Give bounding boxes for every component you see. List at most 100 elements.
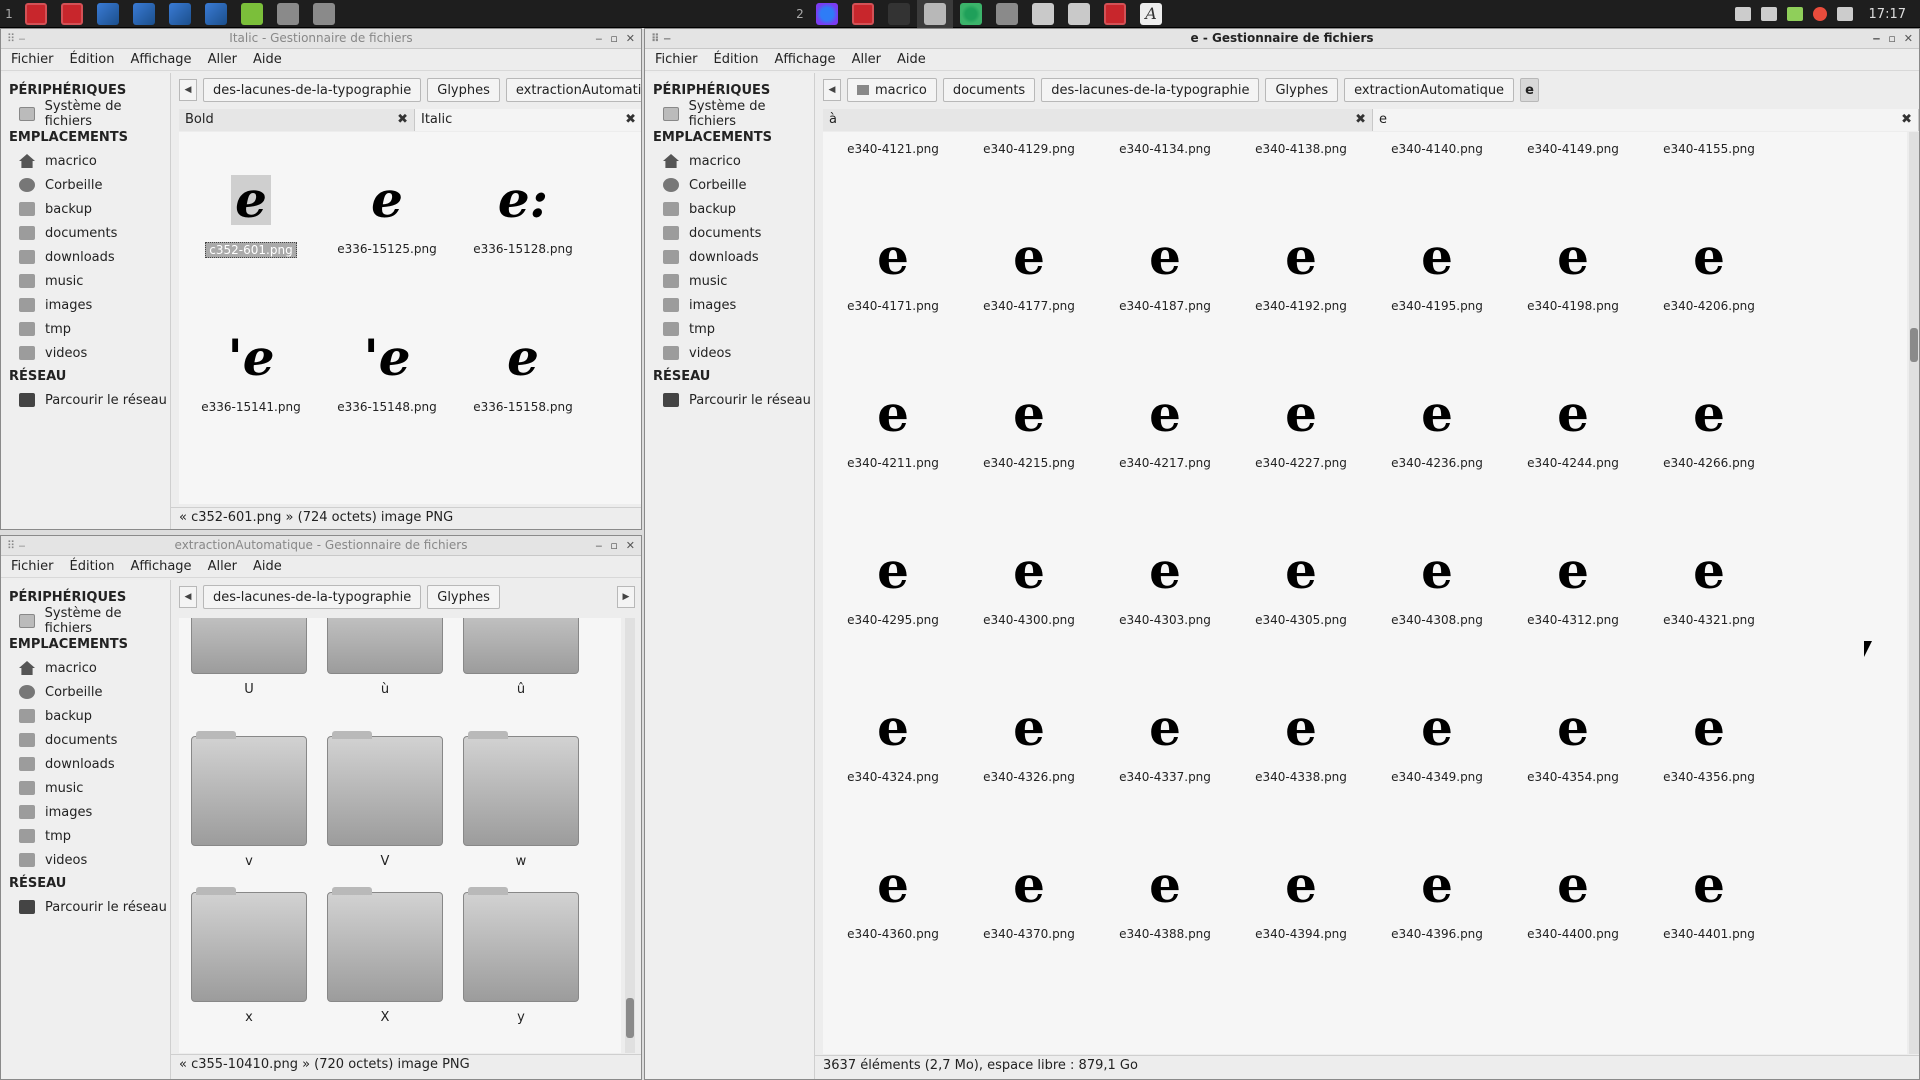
italic-titlebar[interactable]: ⠿ ‒ Italic - Gestionnaire de fichiers ‒ … [1, 29, 641, 49]
scrollbar[interactable] [625, 618, 635, 1053]
sidebar-item-music[interactable]: music [1, 269, 170, 293]
file-item[interactable]: e e340-4198.png [1505, 227, 1641, 314]
sidebar-item-backup[interactable]: backup [1, 704, 170, 728]
sidebar-item-documents[interactable]: documents [645, 221, 814, 245]
tab-close-icon[interactable]: ✖ [625, 109, 636, 131]
file-item[interactable]: e e340-4295.png [825, 541, 961, 628]
window-menu-icon[interactable]: ⠿ ‒ [7, 536, 26, 555]
file-item[interactable]: e e340-4211.png [825, 384, 961, 471]
taskbar-app-4[interactable] [126, 0, 162, 28]
close-icon[interactable]: ✕ [626, 29, 635, 48]
file-item[interactable]: e e340-4324.png [825, 698, 961, 785]
minimize-icon[interactable]: ‒ [1873, 29, 1881, 48]
window-menu-icon[interactable]: ⠿ ‒ [651, 29, 671, 48]
sidebar-item-browse-network[interactable]: Parcourir le réseau [1, 388, 170, 412]
sidebar-item-filesystem[interactable]: Système de fichiers [1, 99, 170, 129]
folder-item[interactable]: ù [327, 618, 443, 697]
minimize-icon[interactable]: ‒ [595, 29, 602, 48]
sidebar-item-macrico[interactable]: macrico [645, 149, 814, 173]
taskbar-gimp[interactable] [881, 0, 917, 28]
sidebar-item-tmp[interactable]: tmp [645, 317, 814, 341]
taskbar-firefox[interactable] [809, 0, 845, 28]
scrollbar[interactable] [1909, 132, 1919, 1054]
file-item[interactable]: e e340-4394.png [1233, 855, 1369, 942]
tab-close-icon[interactable]: ✖ [1901, 109, 1912, 131]
network-signal-icon[interactable] [1836, 7, 1853, 21]
sidebar-item-documents[interactable]: documents [1, 728, 170, 752]
file-item[interactable]: e e340-4303.png [1097, 541, 1233, 628]
menu-aide[interactable]: Aide [245, 559, 290, 574]
sidebar-item-browse-network[interactable]: Parcourir le réseau [645, 388, 814, 412]
file-item[interactable]: ee340-4134.png [1097, 132, 1233, 156]
menu-fichier[interactable]: Fichier [647, 52, 706, 67]
taskbar-folder-3[interactable] [1061, 0, 1097, 28]
crumb-extraction[interactable]: extractionAutomatique [505, 78, 641, 102]
taskbar-app-12[interactable] [1097, 0, 1133, 28]
crumb-glyphes[interactable]: Glyphes [1265, 78, 1339, 102]
file-item[interactable]: e e340-4354.png [1505, 698, 1641, 785]
file-item[interactable]: e e340-4215.png [961, 384, 1097, 471]
taskbar-app-11[interactable] [989, 0, 1025, 28]
taskbar-app-6[interactable] [198, 0, 234, 28]
path-back-arrow[interactable]: ◀ [179, 586, 197, 608]
crumb-documents[interactable]: documents [942, 78, 1036, 102]
file-item[interactable]: e e340-4388.png [1097, 855, 1233, 942]
sidebar-item-images[interactable]: images [645, 293, 814, 317]
path-back-arrow[interactable]: ◀ [823, 79, 841, 101]
sidebar-item-videos[interactable]: videos [1, 341, 170, 365]
sidebar-item-trash[interactable]: Corbeille [645, 173, 814, 197]
sidebar-item-downloads[interactable]: downloads [1, 245, 170, 269]
sidebar-item-trash[interactable]: Corbeille [1, 173, 170, 197]
file-item[interactable]: e e340-4266.png [1641, 384, 1777, 471]
menu-edition[interactable]: Édition [706, 52, 767, 67]
taskbar-filemanager[interactable] [917, 0, 953, 28]
file-item[interactable]: e c352-601.png [183, 170, 319, 258]
file-item[interactable]: e e340-4338.png [1233, 698, 1369, 785]
file-item[interactable]: e e340-4337.png [1097, 698, 1233, 785]
crumb-des-lacunes[interactable]: des-lacunes-de-la-typographie [1041, 78, 1260, 102]
maximize-icon[interactable]: ▫ [610, 29, 617, 48]
extraction-titlebar[interactable]: ⠿ ‒ extractionAutomatique - Gestionnaire… [1, 536, 641, 556]
file-item[interactable]: e e336-15158.png [455, 328, 591, 415]
menu-edition[interactable]: Édition [62, 559, 123, 574]
taskbar-app-2[interactable] [54, 0, 90, 28]
menu-aide[interactable]: Aide [245, 52, 290, 67]
file-item[interactable]: e e340-4236.png [1369, 384, 1505, 471]
taskbar-font-viewer[interactable]: A [1133, 0, 1169, 28]
path-back-arrow[interactable]: ◀ [179, 79, 197, 101]
file-item[interactable]: e e340-4370.png [961, 855, 1097, 942]
file-item[interactable]: e e340-4312.png [1505, 541, 1641, 628]
crumb-glyphes[interactable]: Glyphes [427, 585, 500, 609]
file-item[interactable]: e e340-4321.png [1641, 541, 1777, 628]
taskbar-app-9[interactable] [306, 0, 342, 28]
folder-item[interactable]: û [463, 618, 579, 697]
menu-affichage[interactable]: Affichage [122, 559, 199, 574]
file-item[interactable]: e e340-4308.png [1369, 541, 1505, 628]
file-item[interactable]: 'e e336-15141.png [183, 328, 319, 415]
tab-close-icon[interactable]: ✖ [397, 109, 408, 131]
clock[interactable]: 17:17 [1869, 7, 1906, 22]
file-item[interactable]: ee340-4155.png [1641, 132, 1777, 156]
window-menu-icon[interactable]: ⠿ ‒ [7, 29, 26, 48]
taskbar-app-10[interactable] [845, 0, 881, 28]
folder-item[interactable]: x [191, 887, 307, 1025]
tab-e[interactable]: e ✖ [1373, 109, 1919, 131]
sidebar-item-music[interactable]: music [645, 269, 814, 293]
sidebar-item-trash[interactable]: Corbeille [1, 680, 170, 704]
file-item[interactable]: ee340-4129.png [961, 132, 1097, 156]
file-item[interactable]: e: e336-15128.png [455, 170, 591, 257]
folder-item[interactable]: y [463, 887, 579, 1025]
sidebar-item-macrico[interactable]: macrico [1, 149, 170, 173]
maximize-icon[interactable]: ▫ [610, 536, 617, 555]
file-item[interactable]: e e340-4217.png [1097, 384, 1233, 471]
menu-fichier[interactable]: Fichier [3, 559, 62, 574]
tab-bold[interactable]: Bold ✖ [179, 109, 415, 131]
battery-icon[interactable] [1786, 7, 1803, 21]
crumb-macrico[interactable]: macrico [847, 78, 937, 102]
sidebar-item-macrico[interactable]: macrico [1, 656, 170, 680]
scrollbar-thumb[interactable] [626, 998, 634, 1038]
sidebar-item-backup[interactable]: backup [645, 197, 814, 221]
tab-close-icon[interactable]: ✖ [1355, 109, 1366, 131]
file-item[interactable]: e e340-4326.png [961, 698, 1097, 785]
taskbar-app-8[interactable] [270, 0, 306, 28]
